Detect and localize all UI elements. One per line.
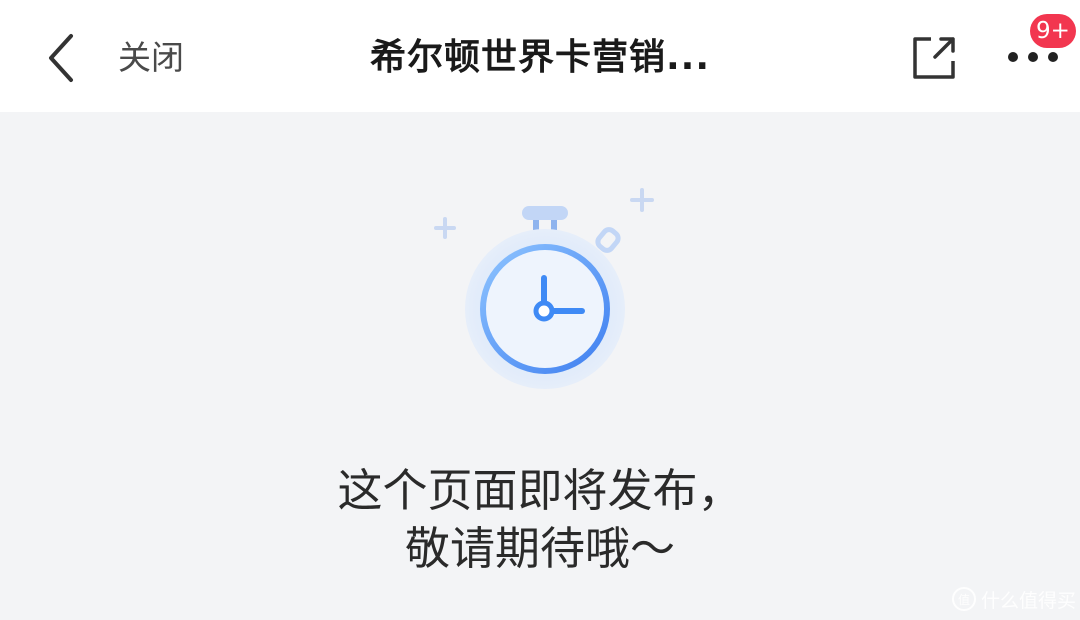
external-share-icon (913, 37, 955, 79)
notification-badge: 9+ (1030, 14, 1076, 48)
top-navigation-bar: 关闭 希尔顿世界卡营销... 9+ (0, 0, 1080, 112)
watermark-logo-icon: 值 (952, 587, 976, 611)
message-line-2: 敬请期待哦～ (404, 522, 675, 575)
message-line-1: 这个页面即将发布， (337, 464, 743, 517)
more-dots-icon (1008, 52, 1058, 62)
coming-soon-message: 这个页面即将发布， 敬请期待哦～ (240, 462, 840, 578)
page-title: 希尔顿世界卡营销... (369, 37, 711, 78)
stopwatch-illustration (420, 178, 670, 398)
watermark-text: 什么值得买 (981, 589, 1077, 612)
chevron-left-icon (49, 34, 73, 82)
stopwatch-icon (434, 188, 654, 389)
back-button[interactable] (36, 30, 86, 86)
close-button[interactable]: 关闭 (118, 36, 184, 80)
share-button[interactable] (906, 30, 962, 86)
source-watermark: 值 什么值得买 (952, 584, 1076, 614)
